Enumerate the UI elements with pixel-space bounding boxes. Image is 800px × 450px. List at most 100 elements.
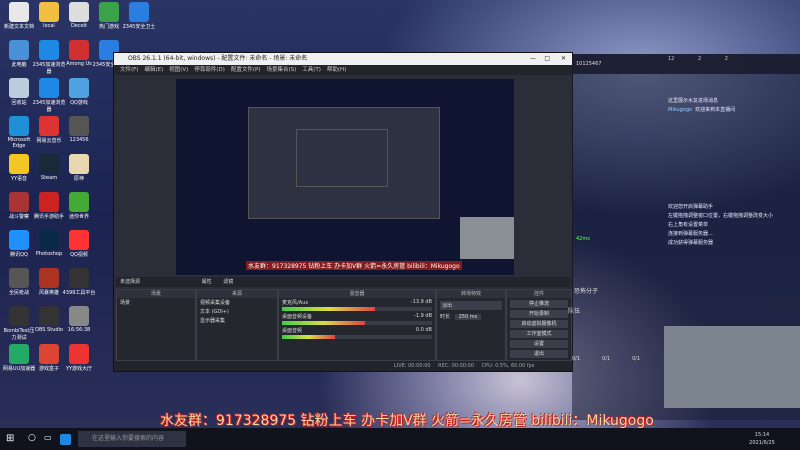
desktop-icon[interactable]: 迷你世界 (62, 192, 96, 220)
app-icon (69, 78, 89, 98)
menu-item[interactable]: 帮助(H) (327, 67, 346, 73)
desktop-icon[interactable]: 16:56:38 (62, 306, 96, 333)
app-icon (9, 116, 29, 136)
sources-dock[interactable]: 来源 视频采集设备 文本 (GDI+) 显示器采集 (196, 289, 278, 361)
desktop-icon-label: 腾讯QQ (10, 252, 28, 258)
source-item[interactable]: 文本 (GDI+) (197, 307, 277, 316)
control-button[interactable]: 开始录制 (510, 310, 568, 318)
channel-name: 桌面音频 0.0 dB (282, 327, 432, 334)
maximize-button[interactable]: □ (544, 53, 550, 65)
chat-text: 连接到弹幕服务器... (668, 231, 713, 237)
desktop-icon[interactable]: YY游戏大厅 (62, 344, 96, 372)
volume-meter[interactable] (282, 321, 432, 325)
desktop-icon[interactable]: 新建文本文档 (2, 2, 36, 30)
menu-item[interactable]: 工具(T) (302, 67, 321, 73)
app-icon (9, 40, 29, 60)
desktop-icon[interactable]: local (32, 2, 66, 29)
channel-db: 0.0 dB (415, 327, 432, 333)
filters-button[interactable]: 滤镜 (223, 279, 233, 285)
desktop-icon[interactable]: Steam (32, 154, 66, 181)
source-item[interactable]: 视频采集设备 (197, 298, 277, 307)
control-button[interactable]: 设置 (510, 340, 568, 348)
obs-statusbar: LIVE: 00:00:00 REC: 00:00:00 CPU: 0.5%, … (114, 361, 572, 371)
desktop-icon[interactable]: QQ游戏 (62, 78, 96, 106)
desktop-icon[interactable]: 2345加速浏览器 (32, 40, 66, 75)
desktop-icon[interactable]: 4399工具平台 (62, 268, 96, 296)
obs-window[interactable]: OBS 26.1.1 (64-bit, windows) - 配置文件: 未命名… (113, 52, 573, 372)
desktop-icon-label: QQ视频 (70, 252, 88, 258)
control-button[interactable]: 退出 (510, 350, 568, 358)
desktop-icon[interactable]: Deceit (62, 2, 96, 29)
volume-meter[interactable] (282, 335, 432, 339)
desktop-icon[interactable]: QQ视频 (62, 230, 96, 258)
start-button[interactable]: ⊞ (6, 433, 18, 445)
menu-item[interactable]: 场景集合(S) (266, 67, 296, 73)
menu-item[interactable]: 视图(V) (169, 67, 188, 73)
mixer-channel[interactable]: 麦克风/Aux -13.9 dB (279, 298, 435, 312)
source-item[interactable]: 显示器采集 (197, 316, 277, 325)
desktop-icon[interactable]: 2345加速浏览器 (32, 78, 66, 113)
taskview-icon[interactable]: ▭ (44, 433, 52, 442)
control-button[interactable]: 停止推流 (510, 300, 568, 308)
desktop-icon[interactable]: 原神 (62, 154, 96, 182)
mixer-channel[interactable]: 桌面音频设备 -1.9 dB (279, 312, 435, 326)
properties-button[interactable]: 属性 (202, 279, 212, 285)
obs-titlebar[interactable]: OBS 26.1.1 (64-bit, windows) - 配置文件: 未命名… (114, 53, 572, 65)
search-icon[interactable]: ○ (28, 433, 36, 443)
desktop-icon[interactable]: Among Us (62, 40, 96, 67)
desktop-icon[interactable]: 此电脑 (2, 40, 36, 68)
desktop-icon[interactable]: BombiTest压力测试 (2, 306, 36, 341)
app-icon (9, 230, 29, 250)
chat-text: 左键拖拽调整窗口位置，右键拖拽调整改变大小 (668, 213, 774, 219)
desktop-icon[interactable]: 网易UU加速器 (2, 344, 36, 372)
team-count: 0/1 (572, 356, 581, 362)
menu-item[interactable]: 文件(F) (120, 67, 138, 73)
volume-level (282, 307, 375, 311)
desktop-icon[interactable]: 游戏盒子 (32, 344, 66, 372)
desktop-icon[interactable]: YY语音 (2, 154, 36, 182)
menu-item[interactable]: 配置文件(P) (231, 67, 261, 73)
desktop-icon-label: 2345加速浏览器 (32, 62, 66, 75)
desktop-icon[interactable]: 回收站 (2, 78, 36, 106)
stat-gifts: 2 (697, 56, 702, 62)
desktop-icon[interactable]: OBS Studio (32, 306, 66, 333)
desktop-icon[interactable]: 战斗警察 (2, 192, 36, 220)
desktop-icon[interactable]: Photoshop (32, 230, 66, 257)
control-button[interactable]: 启动虚拟摄像机 (510, 320, 568, 328)
menu-item[interactable]: 停靠部件(D) (194, 67, 225, 73)
desktop-icon[interactable]: 腾讯手游助手 (32, 192, 66, 220)
desktop-icon[interactable]: 热门游戏 (92, 2, 126, 30)
transition-select[interactable]: 淡出 (440, 301, 502, 310)
scene-item[interactable]: 场景 (117, 298, 195, 307)
volume-meter[interactable] (282, 307, 432, 311)
transitions-dock[interactable]: 转场特效 淡出 时长 250 ms (436, 289, 506, 361)
edge-icon[interactable] (60, 434, 71, 445)
source-bar: 未选择源 属性 滤镜 (116, 277, 570, 287)
duration-input[interactable]: 250 ms (454, 314, 482, 320)
mixer-channel[interactable]: 桌面音频 0.0 dB (279, 326, 435, 340)
desktop-icon[interactable]: 腾讯QQ (2, 230, 36, 258)
chat-text: 右上角有设置菜单 (668, 222, 709, 228)
desktop-icon[interactable]: 网易云音乐 (32, 116, 66, 144)
close-button[interactable]: ✕ (561, 53, 566, 65)
clock-date: 2021/6/25 (749, 440, 775, 446)
minimize-button[interactable]: — (530, 53, 536, 65)
desktop-icon[interactable]: 2345安全卫士 (122, 2, 156, 30)
clock[interactable]: 15:14 2021/6/25 (740, 431, 784, 447)
control-button[interactable]: 工作室模式 (510, 330, 568, 338)
desktop-icon[interactable]: Microsoft Edge (2, 116, 36, 149)
mixer-dock[interactable]: 混音器 麦克风/Aux -13.9 dB 桌面音频设备 -1.9 dB 桌面音频 0.0 … (278, 289, 436, 361)
source-item-label: 显示器采集 (200, 318, 226, 324)
team-count: 0/1 (602, 356, 611, 362)
preview-banner: 水友群：917328975 钻粉上车 办卡加V群 火箭=永久房管 bilibil… (246, 261, 462, 270)
obs-preview[interactable]: 水友群：917328975 钻粉上车 办卡加V群 火箭=永久房管 bilibil… (176, 79, 514, 275)
controls-dock[interactable]: 控件 停止推流 开始录制 启动虚拟摄像机 工作室模式 设置 退出 (506, 289, 572, 361)
menu-item[interactable]: 编辑(E) (144, 67, 163, 73)
desktop-icon[interactable]: 123456 (62, 116, 96, 143)
desktop-icon-label: 回收站 (11, 100, 27, 106)
taskbar-search[interactable]: 在这里输入你要搜索的内容 (78, 431, 186, 447)
scenes-dock[interactable]: 场景 场景 (116, 289, 196, 361)
app-icon (69, 40, 89, 60)
desktop-icon[interactable]: 全民枪战 (2, 268, 36, 296)
desktop-icon[interactable]: 风暴英雄 (32, 268, 66, 296)
